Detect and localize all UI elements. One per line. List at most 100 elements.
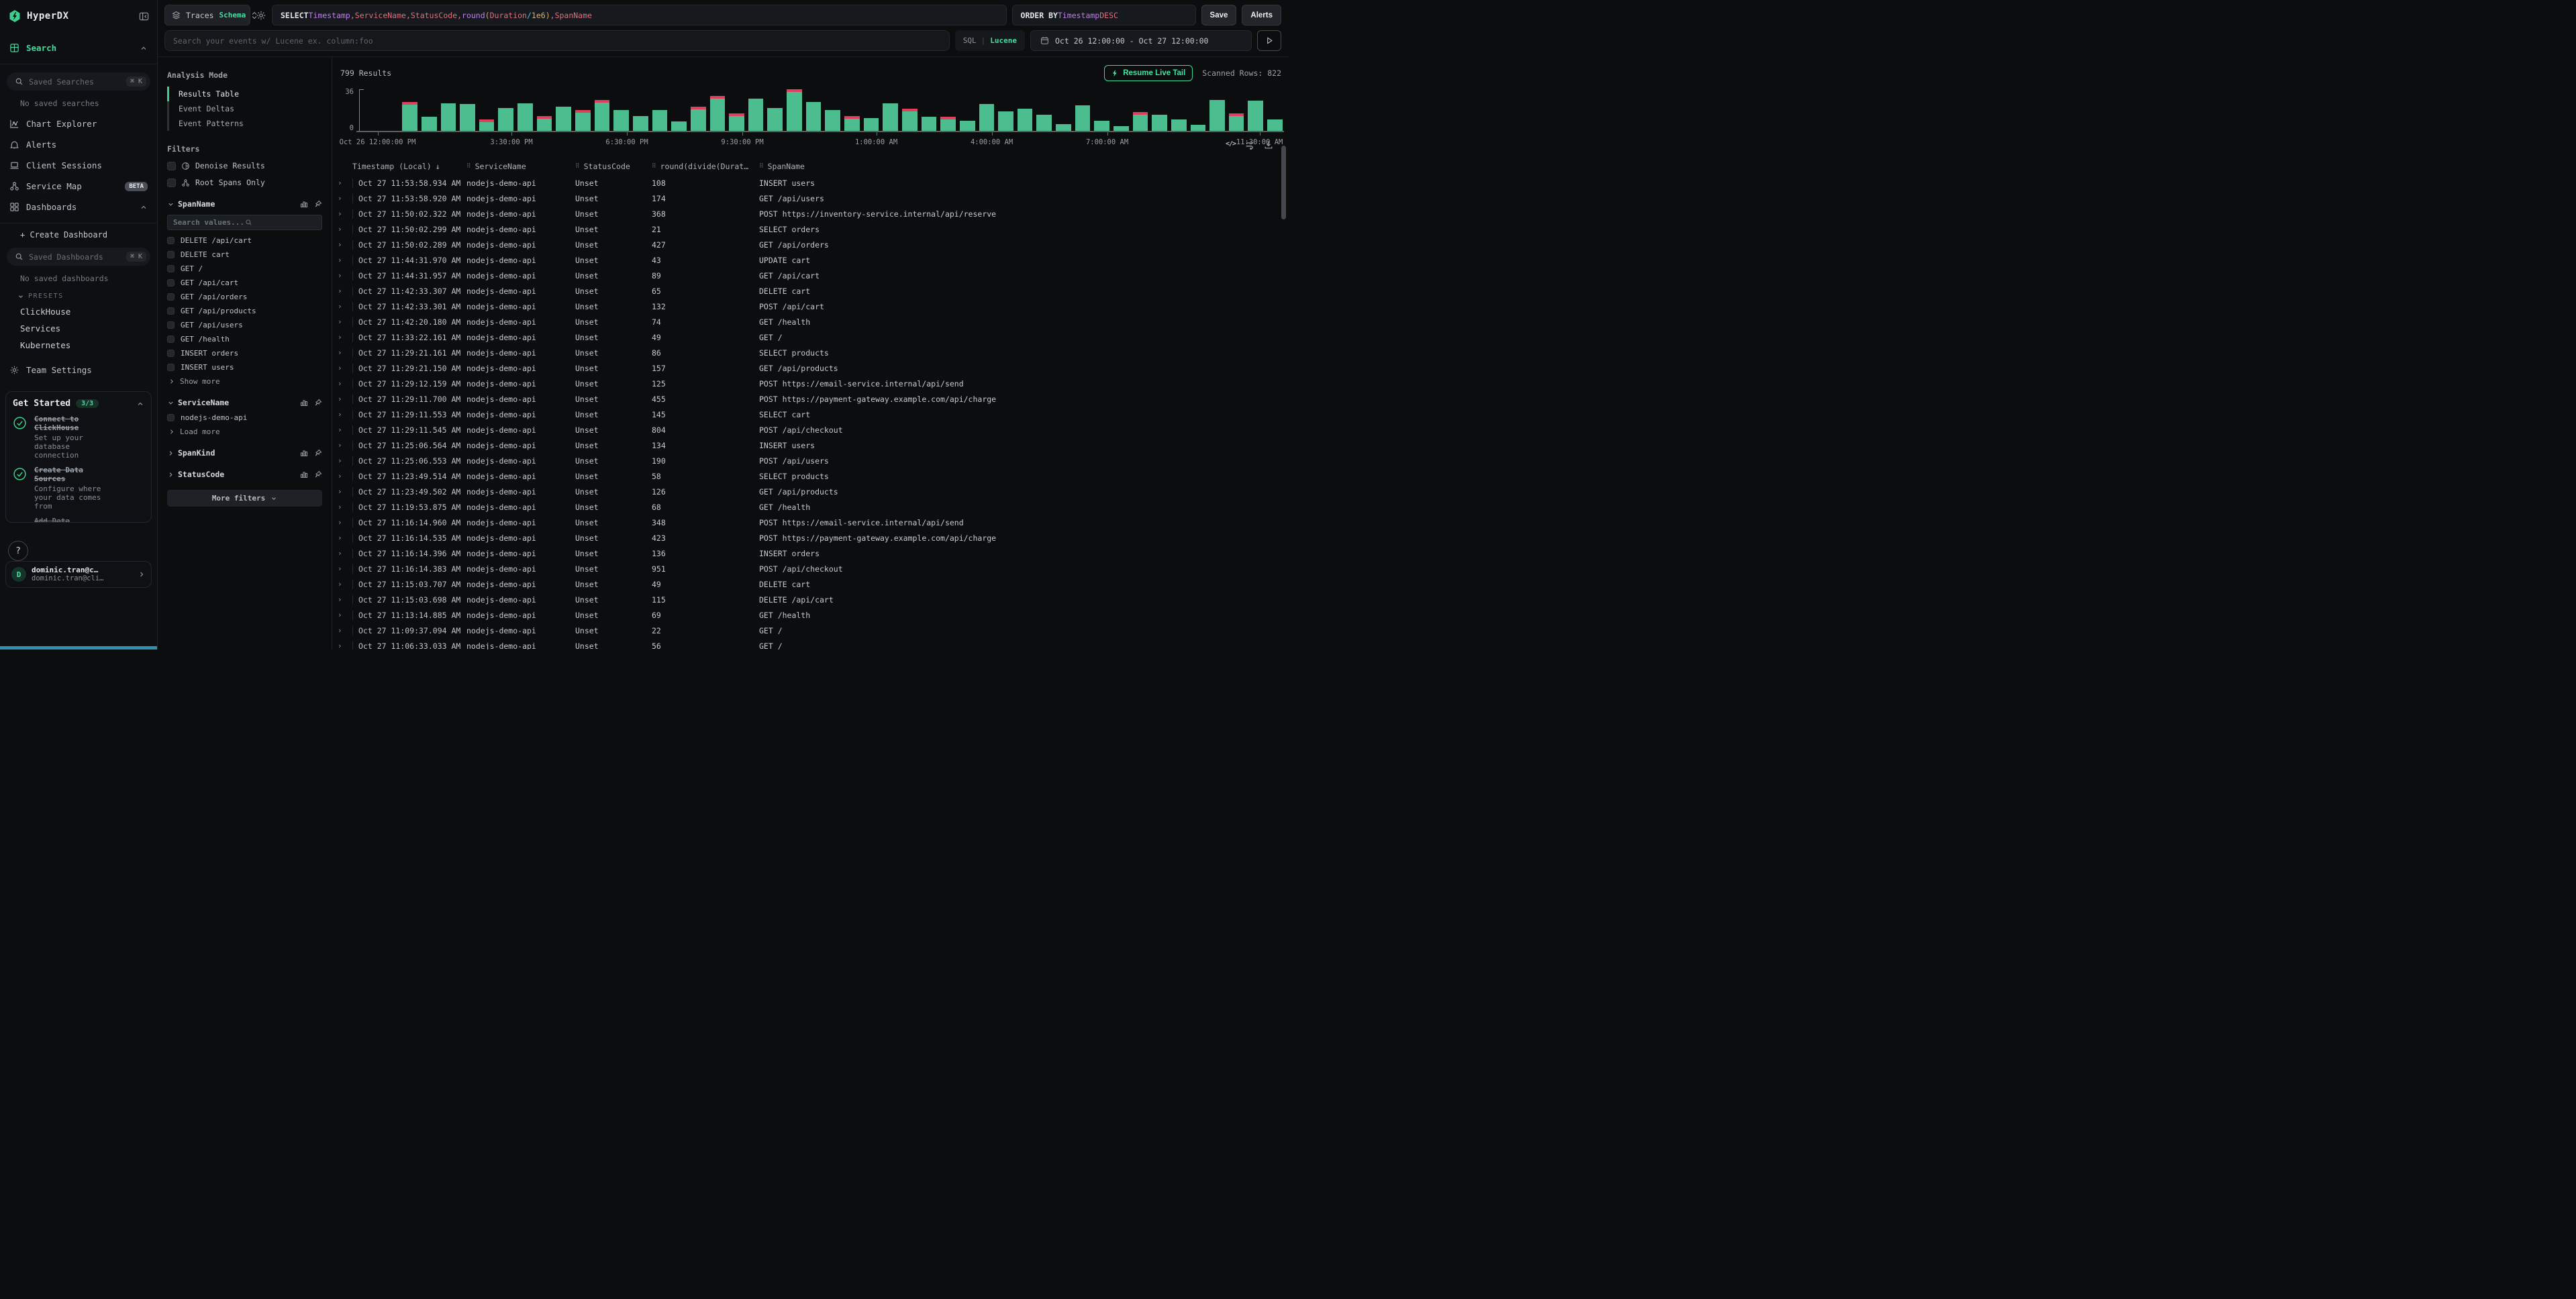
histogram-bar[interactable] (1209, 100, 1225, 132)
histogram-bar[interactable] (922, 117, 937, 131)
row-expand-chevron[interactable]: › (338, 641, 352, 650)
row-expand-chevron[interactable]: › (338, 379, 352, 388)
histogram-bar[interactable] (402, 102, 417, 131)
alerts-button[interactable]: Alerts (1242, 5, 1281, 25)
table-row[interactable]: ›Oct 27 11:42:33.307 AMnodejs-demo-apiUn… (332, 283, 1288, 299)
table-row[interactable]: ›Oct 27 11:53:58.934 AMnodejs-demo-apiUn… (332, 175, 1288, 191)
histogram-bar[interactable] (575, 110, 591, 131)
row-expand-chevron[interactable]: › (338, 271, 352, 280)
checkbox[interactable] (167, 335, 175, 343)
table-row[interactable]: ›Oct 27 11:25:06.553 AMnodejs-demo-apiUn… (332, 453, 1288, 468)
table-row[interactable]: ›Oct 27 11:29:12.159 AMnodejs-demo-apiUn… (332, 376, 1288, 391)
row-expand-chevron[interactable]: › (338, 549, 352, 558)
sidebar-item-alerts[interactable]: Alerts (0, 134, 157, 155)
histogram-bar[interactable] (710, 96, 726, 131)
table-row[interactable]: ›Oct 27 11:33:22.161 AMnodejs-demo-apiUn… (332, 329, 1288, 345)
checkbox[interactable] (167, 307, 175, 315)
table-row[interactable]: ›Oct 27 11:25:06.564 AMnodejs-demo-apiUn… (332, 437, 1288, 453)
column-duration[interactable]: ⠿round(divide(Durat… (652, 162, 759, 171)
drag-handle-icon[interactable]: ⠿ (466, 163, 471, 170)
chart-filter-icon[interactable] (300, 200, 308, 208)
histogram-bar[interactable] (767, 108, 783, 131)
table-row[interactable]: ›Oct 27 11:13:14.885 AMnodejs-demo-apiUn… (332, 607, 1288, 623)
servicename-load-more[interactable]: Load more (167, 427, 322, 436)
download-icon[interactable] (1264, 140, 1273, 150)
denoise-results-toggle[interactable]: Denoise Results (167, 161, 322, 170)
table-row[interactable]: ›Oct 27 11:29:11.545 AMnodejs-demo-apiUn… (332, 422, 1288, 437)
histogram-bar[interactable] (748, 99, 764, 131)
row-expand-chevron[interactable]: › (338, 225, 352, 233)
pin-icon[interactable] (314, 399, 322, 407)
histogram-bar[interactable] (902, 109, 918, 131)
spanname-value-search-input[interactable]: Search values... (167, 215, 322, 230)
filter-group-spankind[interactable]: SpanKind (167, 448, 322, 458)
filter-value-row[interactable]: DELETE /api/cart (167, 233, 322, 248)
drag-handle-icon[interactable]: ⠿ (759, 163, 764, 170)
row-expand-chevron[interactable]: › (338, 564, 352, 573)
source-settings-gear-icon[interactable] (256, 10, 266, 21)
row-expand-chevron[interactable]: › (338, 626, 352, 635)
get-started-step-2[interactable]: Create Data Sources Configure where your… (13, 466, 144, 511)
more-filters-button[interactable]: More filters (167, 490, 322, 507)
column-statuscode[interactable]: ⠿StatusCode (575, 162, 652, 171)
histogram-bar[interactable] (1133, 112, 1148, 131)
table-row[interactable]: ›Oct 27 11:29:11.700 AMnodejs-demo-apiUn… (332, 391, 1288, 407)
checkbox[interactable] (167, 162, 176, 170)
histogram-bar[interactable] (1056, 124, 1071, 131)
wrap-lines-icon[interactable] (1245, 140, 1254, 150)
mode-results-table[interactable]: Results Table (167, 87, 322, 101)
table-row[interactable]: ›Oct 27 11:16:14.535 AMnodejs-demo-apiUn… (332, 530, 1288, 545)
filter-value-row[interactable]: GET /api/users (167, 318, 322, 332)
table-row[interactable]: ›Oct 27 11:23:49.502 AMnodejs-demo-apiUn… (332, 484, 1288, 499)
chevron-up-icon[interactable] (140, 203, 148, 211)
table-row[interactable]: ›Oct 27 11:50:02.289 AMnodejs-demo-apiUn… (332, 237, 1288, 252)
table-row[interactable]: ›Oct 27 11:44:31.957 AMnodejs-demo-apiUn… (332, 268, 1288, 283)
checkbox[interactable] (167, 321, 175, 329)
table-row[interactable]: ›Oct 27 11:29:21.161 AMnodejs-demo-apiUn… (332, 345, 1288, 360)
histogram-bar[interactable] (1036, 115, 1052, 131)
collapse-sidebar-icon[interactable] (139, 11, 149, 21)
row-expand-chevron[interactable]: › (338, 518, 352, 527)
table-row[interactable]: ›Oct 27 11:42:33.301 AMnodejs-demo-apiUn… (332, 299, 1288, 314)
histogram-bar[interactable] (960, 121, 975, 132)
row-expand-chevron[interactable]: › (338, 472, 352, 480)
search-input[interactable]: Search your events w/ Lucene ex. column:… (164, 30, 950, 51)
row-expand-chevron[interactable]: › (338, 256, 352, 264)
table-row[interactable]: ›Oct 27 11:53:58.920 AMnodejs-demo-apiUn… (332, 191, 1288, 206)
row-expand-chevron[interactable]: › (338, 580, 352, 588)
histogram-bar[interactable] (844, 116, 860, 131)
presets-section-toggle[interactable]: PRESETS (17, 293, 157, 300)
row-expand-chevron[interactable]: › (338, 194, 352, 203)
spanname-show-more[interactable]: Show more (167, 377, 322, 386)
filter-value-row[interactable]: GET /api/products (167, 304, 322, 318)
histogram-bar[interactable] (1229, 113, 1244, 131)
histogram-bar[interactable] (979, 104, 995, 131)
table-row[interactable]: ›Oct 27 11:50:02.322 AMnodejs-demo-apiUn… (332, 206, 1288, 221)
checkbox[interactable] (167, 350, 175, 357)
row-expand-chevron[interactable]: › (338, 456, 352, 465)
table-row[interactable]: ›Oct 27 11:29:11.553 AMnodejs-demo-apiUn… (332, 407, 1288, 422)
table-row[interactable]: ›Oct 27 11:16:14.960 AMnodejs-demo-apiUn… (332, 515, 1288, 530)
chevron-up-icon[interactable] (136, 400, 144, 408)
row-expand-chevron[interactable]: › (338, 487, 352, 496)
checkbox[interactable] (167, 237, 175, 244)
resume-live-tail-button[interactable]: Resume Live Tail (1104, 65, 1193, 81)
chevron-up-icon[interactable] (140, 44, 148, 52)
histogram-bar[interactable] (479, 119, 495, 131)
run-query-button[interactable] (1257, 30, 1281, 51)
get-started-step-3[interactable]: Add Data Start sending (13, 517, 144, 523)
histogram-bar[interactable] (864, 118, 879, 131)
checkbox[interactable] (167, 364, 175, 371)
histogram-bar[interactable] (1094, 121, 1109, 132)
select-clause-editor[interactable]: SELECT Timestamp,ServiceName,StatusCode,… (272, 5, 1007, 25)
histogram-bar[interactable] (1267, 119, 1283, 131)
table-row[interactable]: ›Oct 27 11:19:53.875 AMnodejs-demo-apiUn… (332, 499, 1288, 515)
column-servicename[interactable]: ⠿ServiceName (466, 162, 575, 171)
table-row[interactable]: ›Oct 27 11:23:49.514 AMnodejs-demo-apiUn… (332, 468, 1288, 484)
filter-value-row[interactable]: nodejs-demo-api (167, 411, 322, 425)
histogram-bar[interactable] (1018, 109, 1033, 131)
histogram-bar[interactable] (556, 107, 571, 131)
histogram-bar[interactable] (1152, 115, 1167, 131)
table-row[interactable]: ›Oct 27 11:15:03.698 AMnodejs-demo-apiUn… (332, 592, 1288, 607)
filter-value-row[interactable]: GET /api/orders (167, 290, 322, 304)
